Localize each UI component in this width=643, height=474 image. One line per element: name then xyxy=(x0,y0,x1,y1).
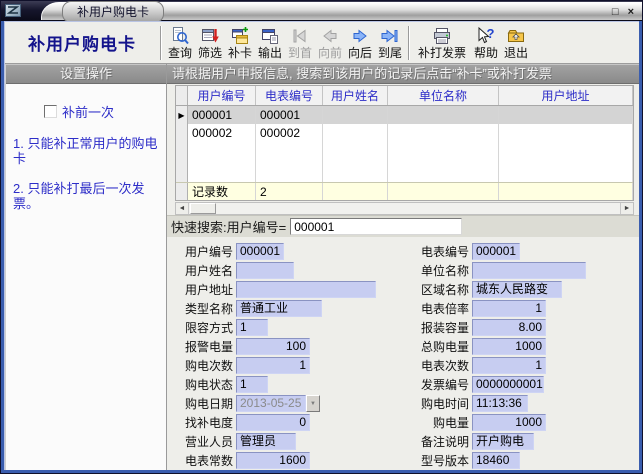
model-version-field[interactable]: 18460 xyxy=(472,452,520,469)
close-button[interactable]: × xyxy=(628,4,634,20)
printer-icon xyxy=(432,26,452,46)
record-count-value: 2 xyxy=(256,183,323,200)
quick-search-input[interactable] xyxy=(290,218,462,235)
column-header-address: 用户地址 xyxy=(499,86,633,105)
instruction-bar: 请根据用户申报信息, 搜索到该用户的记录后点击“补卡”或补打发票 xyxy=(167,64,639,84)
purchase-date-field[interactable]: 2013-05-25 xyxy=(236,395,306,412)
form-right-column: 电表编号000001 单位名称 区域名称城东人民路变 电表倍率1 报装容量8.0… xyxy=(417,242,639,470)
page-title: 补用户购电卡 xyxy=(7,30,157,55)
quick-search-label: 快速搜索:用户编号= xyxy=(171,217,286,236)
sidebar: 设置操作 补前一次 1. 只能补正常用户的购电卡 2. 只能补打最后一次发票。 xyxy=(5,64,167,470)
type-name-field[interactable]: 普通工业 xyxy=(236,300,322,317)
filter-button[interactable]: 筛选 xyxy=(195,23,225,63)
arrow-right-icon xyxy=(350,26,370,46)
meter-ratio-field[interactable]: 1 xyxy=(472,300,546,317)
exit-button[interactable]: 退出 xyxy=(501,23,531,63)
sidebar-header: 设置操作 xyxy=(6,64,166,84)
total-purchased-field[interactable]: 1000 xyxy=(472,338,546,355)
user-no-field[interactable]: 000001 xyxy=(236,243,284,260)
query-button[interactable]: 查询 xyxy=(165,23,195,63)
export-button[interactable]: 输出 xyxy=(255,23,285,63)
first-icon xyxy=(290,26,310,46)
user-name-field[interactable] xyxy=(236,262,294,279)
meter-count-field[interactable]: 1 xyxy=(472,357,546,374)
reissue-card-button[interactable]: 补卡 xyxy=(225,23,255,63)
checkbox-icon[interactable] xyxy=(44,105,57,118)
invoice-no-field[interactable]: 0000000001 xyxy=(472,376,544,393)
unit-name-field[interactable] xyxy=(472,262,586,279)
purchase-amount-field[interactable]: 1000 xyxy=(472,414,546,431)
filter-icon xyxy=(200,26,220,46)
operator-field[interactable]: 管理员 xyxy=(236,433,296,450)
toolbar-separator xyxy=(160,26,162,60)
record-count-row: 记录数 2 xyxy=(176,182,633,200)
exit-folder-icon xyxy=(506,26,526,46)
main-panel: 请根据用户申报信息, 搜索到该用户的记录后点击“补卡”或补打发票 用户编号 电表… xyxy=(167,64,639,470)
purchase-time-field[interactable]: 11:13:36 xyxy=(472,395,528,412)
first-record-button[interactable]: 到首 xyxy=(285,23,315,63)
last-icon xyxy=(380,26,400,46)
svg-text:?: ? xyxy=(487,26,495,41)
title-bar: 补用户购电卡 □ × xyxy=(1,1,642,21)
search-icon xyxy=(170,26,190,46)
window-title: 补用户购电卡 xyxy=(62,1,164,21)
toolbar: 补用户购电卡 查询 xyxy=(5,22,639,64)
reissue-previous-option[interactable]: 补前一次 xyxy=(44,102,166,121)
alarm-power-field[interactable]: 100 xyxy=(236,338,310,355)
help-icon: ? xyxy=(476,26,496,46)
form-left-column: 用户编号000001 用户姓名 用户地址 类型名称普通工业 限容方式1 报警电量… xyxy=(181,242,417,470)
content-area: 设置操作 补前一次 1. 只能补正常用户的购电卡 2. 只能补打最后一次发票。 … xyxy=(5,64,639,470)
window-frame: 补用户购电卡 查询 xyxy=(4,21,639,470)
detail-form: 用户编号000001 用户姓名 用户地址 类型名称普通工业 限容方式1 报警电量… xyxy=(167,237,639,470)
records-table: 用户编号 电表编号 用户姓名 单位名称 用户地址 000001 000001 xyxy=(175,85,634,201)
column-header-user-name: 用户姓名 xyxy=(323,86,388,105)
scroll-left-arrow-icon[interactable] xyxy=(176,203,189,214)
column-header-meter-no: 电表编号 xyxy=(256,86,323,105)
arrow-left-icon xyxy=(320,26,340,46)
last-record-button[interactable]: 到尾 xyxy=(375,23,405,63)
table-header-row: 用户编号 电表编号 用户姓名 单位名称 用户地址 xyxy=(176,86,633,106)
table-empty-area xyxy=(176,142,633,182)
help-button[interactable]: ? 帮助 xyxy=(471,23,501,63)
reprint-invoice-button[interactable]: 补打发票 xyxy=(413,23,471,63)
compensation-power-field[interactable]: 0 xyxy=(236,414,310,431)
column-header-unit-name: 单位名称 xyxy=(388,86,499,105)
app-window: 补用户购电卡 □ × 补用户购电卡 查询 xyxy=(0,0,643,474)
maximize-button[interactable]: □ xyxy=(612,4,619,20)
purchase-status-field[interactable]: 1 xyxy=(236,376,268,393)
row-selector-header xyxy=(176,86,188,105)
installed-capacity-field[interactable]: 8.00 xyxy=(472,319,546,336)
region-name-field[interactable]: 城东人民路变 xyxy=(472,281,562,298)
meter-no-field[interactable]: 000001 xyxy=(472,243,520,260)
toolbar-separator xyxy=(408,26,410,60)
table-row[interactable]: 000002 000002 xyxy=(176,124,633,142)
scroll-right-arrow-icon[interactable] xyxy=(620,203,633,214)
horizontal-scrollbar xyxy=(175,202,634,215)
card-icon xyxy=(230,26,250,46)
purchase-count-field[interactable]: 1 xyxy=(236,357,310,374)
record-count-label: 记录数 xyxy=(188,183,256,200)
table-row[interactable]: 000001 000001 xyxy=(176,106,633,124)
scrollbar-thumb[interactable] xyxy=(190,203,216,214)
date-dropdown-icon[interactable] xyxy=(306,395,320,412)
sidebar-note-2: 2. 只能补打最后一次发票。 xyxy=(13,181,162,211)
meter-constant-field[interactable]: 1600 xyxy=(236,452,310,469)
title-band: 补用户购电卡 □ × xyxy=(41,2,642,20)
quick-search-bar: 快速搜索:用户编号= xyxy=(167,215,639,237)
user-address-field[interactable] xyxy=(236,281,376,298)
app-icon xyxy=(5,4,21,17)
current-row-marker xyxy=(176,106,188,124)
next-record-button[interactable]: 向后 xyxy=(345,23,375,63)
export-icon xyxy=(260,26,280,46)
capacity-limit-mode-field[interactable]: 1 xyxy=(236,319,268,336)
column-header-user-no: 用户编号 xyxy=(188,86,256,105)
checkbox-label: 补前一次 xyxy=(62,102,114,121)
sidebar-note-1: 1. 只能补正常用户的购电卡 xyxy=(13,136,162,166)
previous-record-button[interactable]: 向前 xyxy=(315,23,345,63)
remarks-field[interactable]: 开户购电 xyxy=(472,433,534,450)
